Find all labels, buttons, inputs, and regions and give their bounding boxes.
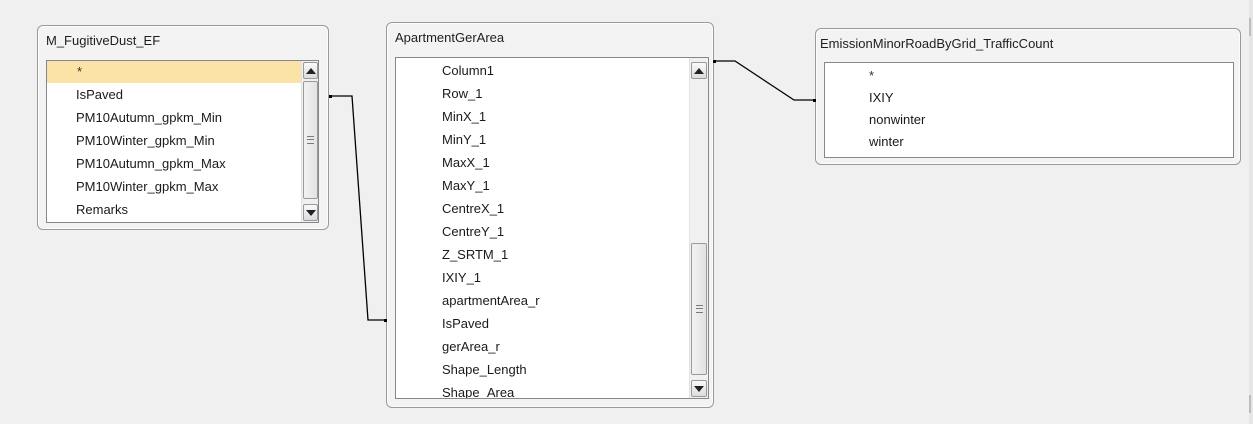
edge-marker xyxy=(1249,18,1251,36)
relationship-lines xyxy=(329,60,816,322)
relationship-ispaved[interactable] xyxy=(329,95,387,322)
query-design-canvas[interactable]: M_FugitiveDust_EF * IsPaved PM10Autumn_g… xyxy=(0,0,1253,424)
edge-marker xyxy=(1249,395,1251,413)
canvas-edge-scrollbar[interactable] xyxy=(1249,0,1253,424)
relationship-ixiy[interactable] xyxy=(713,60,816,102)
